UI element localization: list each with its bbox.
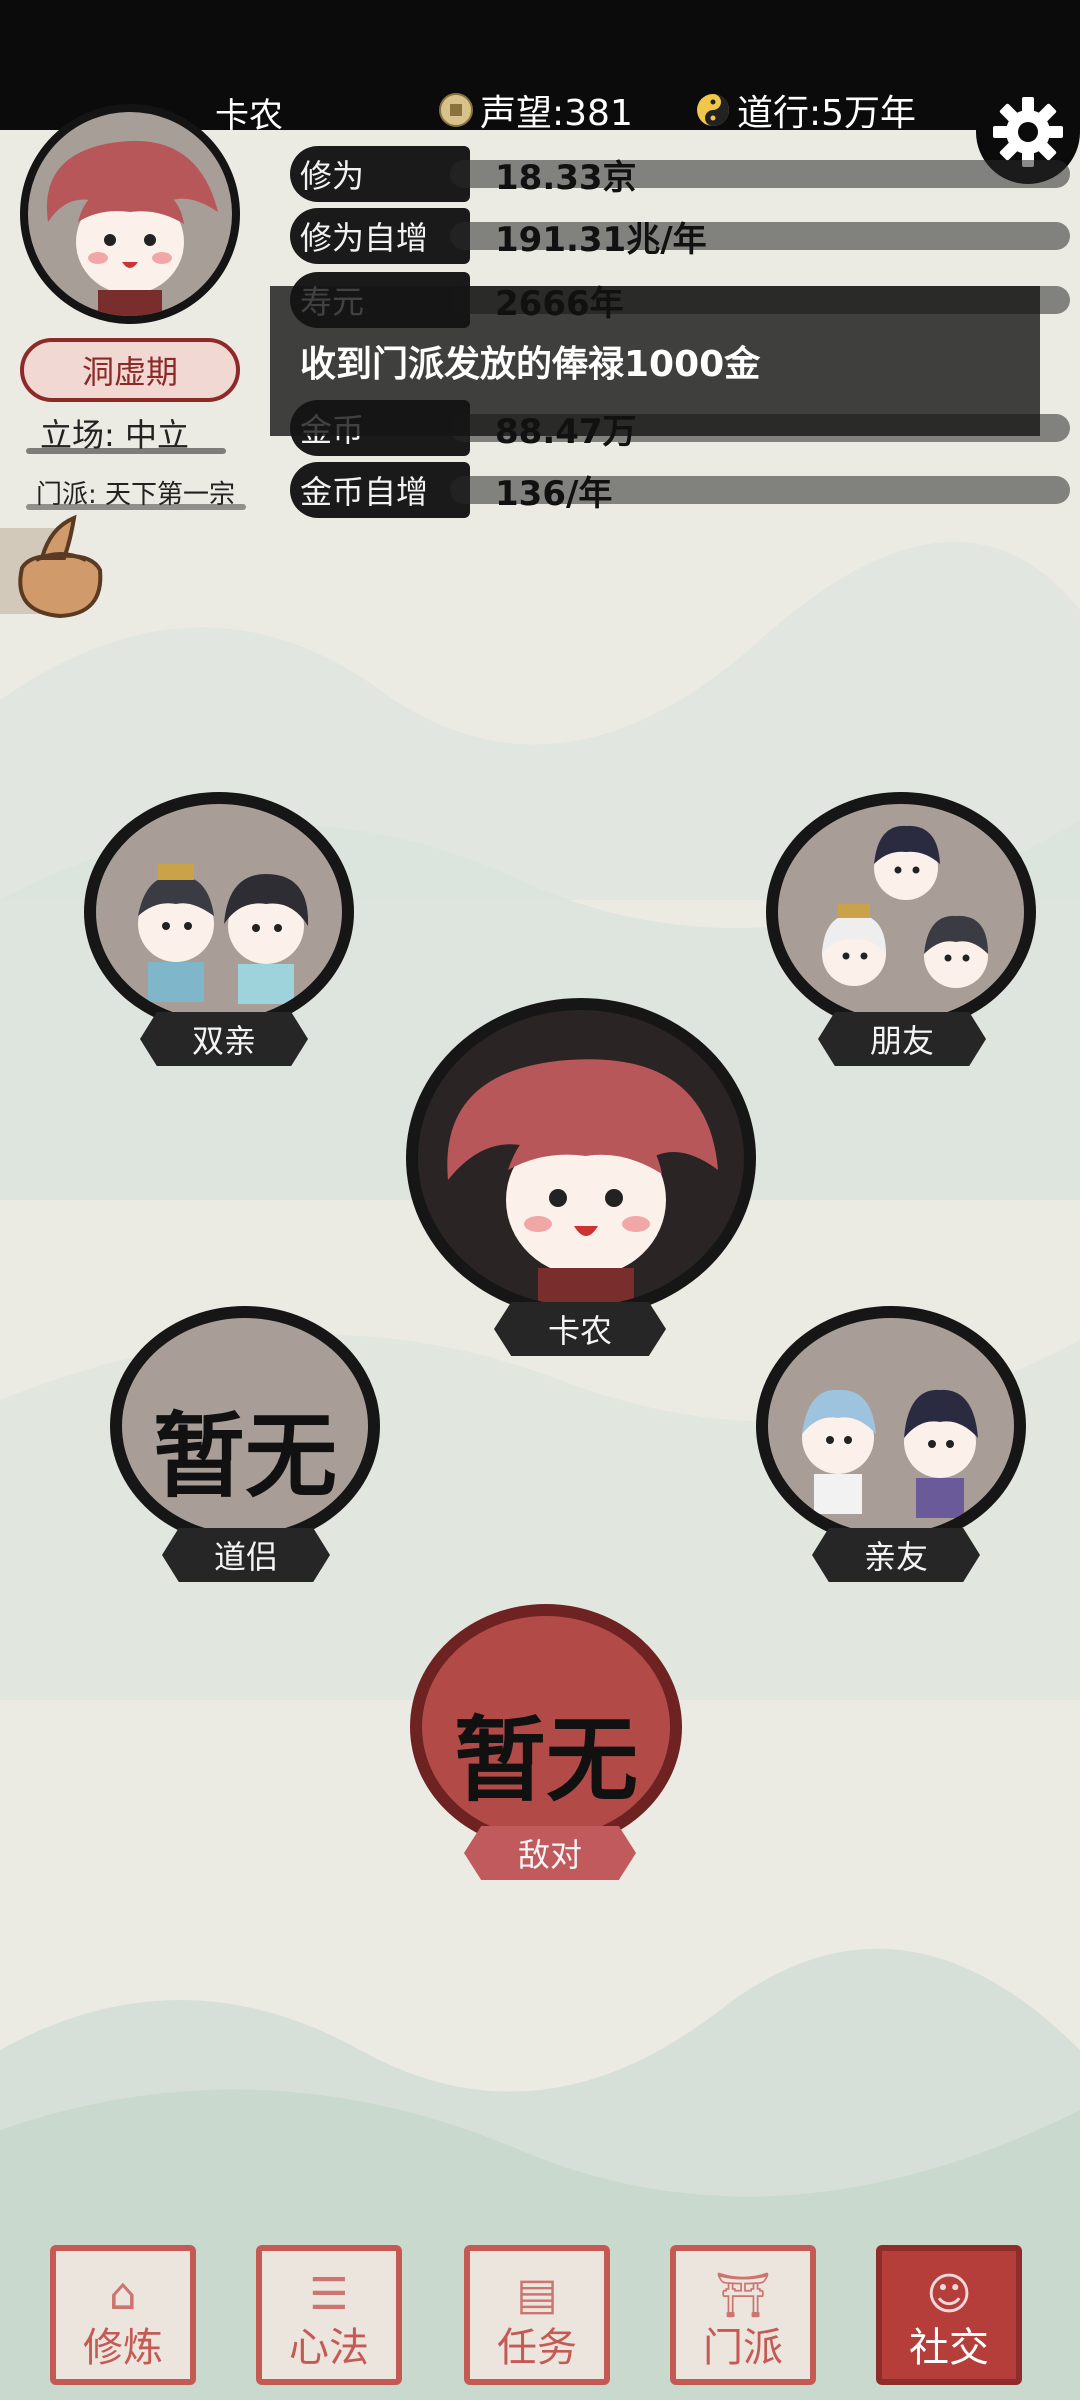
nav-label: 门派 — [703, 2325, 783, 2371]
friends-label: 朋友 — [818, 1012, 986, 1066]
partner-portrait: 暂无 — [110, 1306, 380, 1546]
stat-row-gold-rate: 金币自增 136/年 — [290, 462, 1070, 518]
stat-value: 18.33京 — [495, 157, 637, 198]
stat-value: 2666年 — [495, 283, 624, 324]
dao-label: 道行:5万年 — [737, 93, 917, 134]
nav-tasks-button[interactable]: ▤ 任务 — [464, 2245, 610, 2385]
nav-social-button[interactable]: ☺ 社交 — [876, 2245, 1022, 2385]
stat-label: 金币自增 — [290, 462, 470, 518]
cultivate-icon: ⌂ — [109, 2269, 137, 2320]
stat-value: 88.47万 — [495, 411, 637, 452]
stat-row-cultivation-rate: 修为自增 191.31兆/年 — [290, 208, 1070, 264]
partner-label: 道侣 — [162, 1528, 330, 1582]
self-label: 卡农 — [494, 1302, 666, 1356]
parents-avatars-icon — [138, 864, 309, 1004]
partner-empty-text: 暂无 — [152, 1402, 337, 1510]
stat-label: 修为自增 — [290, 208, 470, 264]
enemy-empty-text: 暂无 — [453, 1706, 638, 1814]
nav-label: 心法 — [289, 2325, 369, 2371]
character-portrait-icon — [46, 140, 219, 316]
parents-label: 双亲 — [140, 1012, 308, 1066]
notification-toast: 收到门派发放的俸禄1000金 — [270, 286, 1040, 436]
friends-portrait — [766, 792, 1036, 1032]
stat-value: 136/年 — [495, 473, 613, 514]
nav-methods-button[interactable]: ☰ 心法 — [256, 2245, 402, 2385]
relatives-avatars-icon — [802, 1389, 978, 1518]
nav-label: 修炼 — [83, 2325, 163, 2371]
friends-avatars-icon — [822, 825, 988, 988]
social-icon: ☺ — [926, 2269, 972, 2320]
inventory-bag-icon[interactable] — [0, 508, 120, 628]
yin-yang-icon — [697, 94, 729, 126]
relatives-label: 亲友 — [812, 1528, 980, 1582]
self-avatar-icon — [447, 1059, 718, 1306]
tasks-icon: ▤ — [516, 2269, 558, 2320]
enemy-portrait: 暂无 — [410, 1604, 682, 1850]
nav-sect-button[interactable]: ⛩ 门派 — [670, 2245, 816, 2385]
coin-icon — [439, 93, 473, 127]
enemy-label: 敌对 — [464, 1826, 636, 1880]
reputation-label: 声望:381 — [480, 93, 633, 134]
stat-value: 191.31兆/年 — [495, 219, 707, 260]
relatives-portrait — [756, 1306, 1026, 1546]
player-name: 卡农 — [215, 96, 283, 136]
nav-cultivate-button[interactable]: ⌂ 修炼 — [50, 2245, 196, 2385]
nav-label: 社交 — [909, 2325, 989, 2371]
dao-stat: 道行:5万年 — [695, 84, 916, 136]
divider — [26, 448, 226, 454]
stat-label: 修为 — [290, 146, 470, 202]
reputation-stat: 声望:381 — [438, 84, 633, 136]
toast-message: 收到门派发放的俸禄1000金 — [300, 344, 761, 385]
parents-portrait — [84, 792, 354, 1032]
self-portrait — [406, 998, 756, 1318]
nav-label: 任务 — [497, 2325, 577, 2371]
scroll-icon: ☰ — [309, 2269, 349, 2320]
stat-row-cultivation: 修为 18.33京 — [290, 146, 1070, 202]
player-avatar[interactable] — [20, 104, 240, 324]
sect-icon: ⛩ — [715, 2270, 771, 2321]
realm-badge: 洞虚期 — [20, 338, 240, 402]
